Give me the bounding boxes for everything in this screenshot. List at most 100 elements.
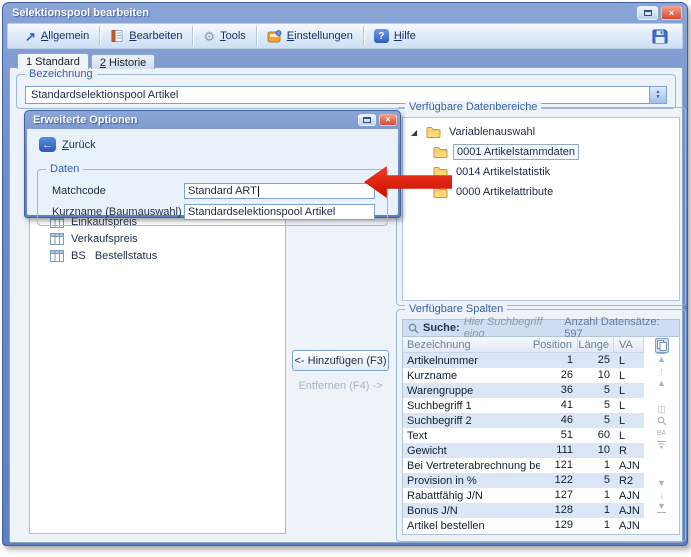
- cell-position: 26: [540, 368, 578, 383]
- move-down-icon[interactable]: ↓: [659, 489, 664, 501]
- cell-bezeichnung: Kurzname: [403, 370, 540, 382]
- cell-va: AJN: [614, 460, 644, 472]
- cell-position: 127: [540, 488, 578, 503]
- spalten-table-container: Suche: Hier Suchbegriff eing Anzahl Date…: [402, 319, 680, 535]
- menu-bearbeiten-label: Bearbeiten: [129, 30, 182, 42]
- menu-hilfe-label: Hilfe: [394, 30, 416, 42]
- table-row[interactable]: Bonus J/N 128 1 AJN: [403, 503, 644, 518]
- menu-tools[interactable]: ⚙ Tools: [194, 25, 254, 47]
- folder-icon: [426, 126, 441, 138]
- cell-position: 121: [540, 458, 578, 473]
- col-laenge[interactable]: Länge: [578, 337, 614, 352]
- tree-item-label: 0000 Artikelattribute: [453, 185, 556, 199]
- page-down-icon[interactable]: ▼: [657, 477, 666, 489]
- cell-va: AJN: [614, 505, 644, 517]
- cell-va: L: [614, 370, 644, 382]
- cell-bezeichnung: Suchbegriff 1: [403, 400, 540, 412]
- table-row[interactable]: Artikelnummer 1 25 L: [403, 353, 644, 368]
- cell-laenge: 5: [578, 383, 614, 398]
- add-button[interactable]: <- Hinzufügen (F3): [292, 350, 389, 371]
- menu-hilfe[interactable]: ? Hilfe: [365, 25, 425, 47]
- help-icon: ?: [374, 29, 389, 43]
- move-up-icon[interactable]: ↑: [659, 365, 664, 377]
- tree-item-label: Variablenauswahl: [446, 125, 538, 139]
- back-button[interactable]: ← Zurück: [39, 137, 96, 152]
- gear-icon: ⚙: [203, 30, 215, 43]
- ba-icon[interactable]: BA: [657, 427, 666, 439]
- cell-position: 129: [540, 518, 578, 533]
- cell-laenge: 1: [578, 458, 614, 473]
- table-row[interactable]: Text 51 60 L: [403, 428, 644, 443]
- datenbereiche-tree[interactable]: ◢ Variablenauswahl ◢ 0001 Artikelstammda…: [402, 117, 680, 301]
- table-row[interactable]: Bei Vertreterabrechnung berücksichtige 1…: [403, 458, 644, 473]
- col-va[interactable]: VA: [614, 337, 644, 352]
- col-bezeichnung[interactable]: Bezeichnung: [403, 337, 540, 352]
- cell-bezeichnung: Gewicht: [403, 445, 540, 457]
- matchcode-field[interactable]: Standard ART: [184, 183, 375, 199]
- cell-laenge: 10: [578, 443, 614, 458]
- cell-laenge: 5: [578, 398, 614, 413]
- list-item[interactable]: BS Bestellstatus: [30, 247, 285, 264]
- cell-bezeichnung: Artikelnummer: [403, 355, 540, 367]
- table-row[interactable]: Rabattfähig J/N 127 1 AJN: [403, 488, 644, 503]
- restore-button[interactable]: [637, 6, 658, 20]
- dialog-restore-button[interactable]: [358, 114, 376, 126]
- table-header[interactable]: Bezeichnung Position Länge VA: [403, 337, 644, 353]
- table-row[interactable]: Provision in % 122 5 R2: [403, 473, 644, 488]
- list-item-label: BS Bestellstatus: [71, 250, 157, 262]
- tree-item[interactable]: ◢ Variablenauswahl: [403, 122, 679, 142]
- cell-bezeichnung: Bei Vertreterabrechnung berücksichtige: [403, 460, 540, 472]
- cell-position: 111: [540, 443, 578, 458]
- dialog-close-button[interactable]: ×: [379, 114, 397, 126]
- cell-va: R: [614, 445, 644, 457]
- spin-down-icon: ▼: [656, 95, 661, 100]
- tab-standard[interactable]: 1 Standard: [17, 53, 89, 69]
- folder-icon: [433, 146, 448, 158]
- table-row[interactable]: Gewicht 111 10 R: [403, 443, 644, 458]
- kurzname-field[interactable]: Standardselektionspool Artikel: [184, 204, 375, 220]
- close-button[interactable]: ×: [661, 6, 682, 20]
- save-button[interactable]: [652, 29, 668, 44]
- erweiterte-optionen-dialog: Erweiterte Optionen × ← Zurück Daten Mat…: [24, 110, 401, 218]
- table-row[interactable]: Warengruppe 36 5 L: [403, 383, 644, 398]
- table-row[interactable]: Artikel bestellen 129 1 AJN: [403, 518, 644, 533]
- toolbar-separator: [192, 26, 193, 46]
- table-row[interactable]: Kurzname 26 10 L: [403, 368, 644, 383]
- tab-historie[interactable]: 2 Historie: [91, 54, 155, 69]
- cell-position: 51: [540, 428, 578, 443]
- menu-einstellungen-label: Einstellungen: [287, 30, 353, 42]
- spinner-button[interactable]: ▲▼: [649, 87, 666, 103]
- dialog-titlebar: Erweiterte Optionen ×: [25, 111, 400, 128]
- bezeichnung-combobox[interactable]: Standardselektionspool Artikel ▲▼: [25, 86, 667, 104]
- scroll-top-icon[interactable]: ▲: [657, 353, 666, 365]
- copy-icon[interactable]: [655, 338, 669, 353]
- menu-einstellungen[interactable]: Einstellungen: [258, 25, 362, 47]
- col-position[interactable]: Position: [540, 337, 578, 352]
- menu-allgemein-label: Allgemein: [41, 30, 89, 42]
- list-item[interactable]: Verkaufspreis: [30, 230, 285, 247]
- menu-tools-label: Tools: [220, 30, 246, 42]
- dialog-body: ← Zurück Daten Matchcode Standard ART Ku…: [27, 129, 398, 215]
- table-row[interactable]: Suchbegriff 2 46 5 L: [403, 413, 644, 428]
- scroll-bottom-icon[interactable]: ▼: [657, 501, 666, 513]
- search-small-icon[interactable]: [657, 415, 667, 427]
- columns-icon[interactable]: ◫: [657, 403, 666, 415]
- settings-icon: [267, 30, 282, 43]
- search-bar[interactable]: Suche: Hier Suchbegriff eing Anzahl Date…: [403, 320, 679, 337]
- window-title: Selektionspool bearbeiten: [12, 7, 634, 19]
- menu-bearbeiten[interactable]: Bearbeiten: [101, 25, 191, 47]
- tree-item-label: 0001 Artikelstammdaten: [453, 144, 579, 160]
- cell-position: 1: [540, 353, 578, 368]
- cell-laenge: 1: [578, 503, 614, 518]
- bezeichnung-value: Standardselektionspool Artikel: [26, 89, 649, 101]
- tree-expander-icon[interactable]: ◢: [411, 128, 421, 137]
- page-up-icon[interactable]: ▲: [657, 377, 666, 389]
- cell-va: AJN: [614, 490, 644, 502]
- table-row[interactable]: Suchbegriff 1 41 5 L: [403, 398, 644, 413]
- list-item-label: Verkaufspreis: [71, 233, 138, 245]
- filter-icon[interactable]: [656, 439, 667, 451]
- cell-bezeichnung: Artikel bestellen: [403, 520, 540, 532]
- main-toolbar: ↗ Allgemein Bearbeiten ⚙ Tools Einstellu…: [7, 23, 683, 49]
- tree-item[interactable]: ◢ 0001 Artikelstammdaten: [403, 142, 679, 162]
- menu-allgemein[interactable]: ↗ Allgemein: [16, 25, 98, 47]
